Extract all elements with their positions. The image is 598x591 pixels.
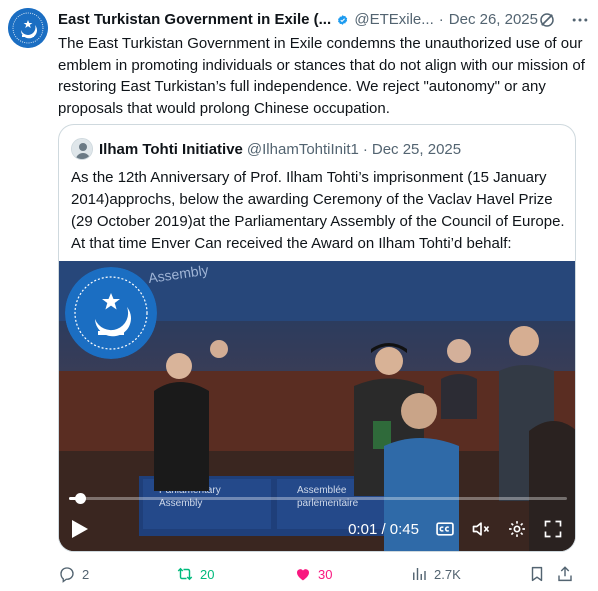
play-icon[interactable] — [71, 519, 89, 539]
quote-author-avatar[interactable] — [71, 138, 93, 160]
retweet-icon — [177, 567, 193, 581]
tweet-header: East Turkistan Government in Exile (... … — [58, 9, 590, 31]
like-button[interactable]: 30 — [294, 563, 332, 585]
verified-badge-icon — [338, 15, 348, 25]
video-time: 0:01 / 0:45 — [348, 520, 419, 538]
views-icon — [413, 568, 426, 580]
share-button[interactable] — [556, 563, 574, 585]
reply-icon — [60, 567, 74, 583]
grok-icon[interactable] — [538, 11, 556, 29]
video-player[interactable]: Assembly Parliamentary Assembly Assemblé… — [59, 261, 575, 551]
quote-date: Dec 25, 2025 — [371, 140, 462, 158]
author-handle[interactable]: @ETExile... — [354, 10, 433, 30]
fullscreen-icon[interactable] — [543, 519, 563, 539]
separator-dot: · — [438, 11, 444, 28]
video-controls: 0:01 / 0:45 — [348, 517, 563, 541]
reply-count: 2 — [82, 566, 90, 582]
svg-text:Assemblée: Assemblée — [297, 485, 347, 496]
like-count: 30 — [318, 566, 333, 582]
mute-icon[interactable] — [471, 519, 491, 539]
video-progress-knob[interactable] — [74, 493, 86, 504]
video-progress-bar[interactable] — [69, 493, 567, 504]
quote-author-handle: @IlhamTohtiInit1 — [246, 140, 359, 158]
bookmark-icon — [531, 566, 543, 582]
quoted-tweet[interactable]: Ilham Tohti Initiative @IlhamTohtiInit1 … — [58, 124, 576, 552]
quote-text: As the 12th Anniversary of Prof. Ilham T… — [71, 169, 565, 252]
emblem-watermark-icon — [65, 267, 157, 359]
emblem-icon — [8, 8, 48, 48]
retweet-button[interactable]: 20 — [176, 563, 214, 585]
tweet[interactable]: East Turkistan Government in Exile (... … — [0, 0, 598, 591]
heart-icon — [297, 569, 309, 581]
quote-author-name: Ilham Tohti Initiative — [99, 140, 243, 158]
more-icon[interactable] — [570, 10, 590, 30]
settings-icon[interactable] — [507, 519, 527, 539]
tweet-text: The East Turkistan Government in Exile c… — [58, 35, 585, 117]
tweet-date[interactable]: Dec 26, 2025 — [449, 10, 538, 30]
reply-button[interactable]: 2 — [58, 563, 89, 585]
tweet-actions: 2 20 30 2.7K — [58, 563, 578, 585]
bookmark-button[interactable] — [528, 563, 546, 585]
separator-dot: · — [362, 140, 368, 158]
views-count: 2.7K — [434, 566, 461, 582]
portrait-icon — [72, 139, 92, 159]
retweet-count: 20 — [200, 566, 215, 582]
views-button[interactable]: 2.7K — [410, 563, 461, 585]
author-name[interactable]: East Turkistan Government in Exile (... — [58, 10, 331, 30]
share-icon — [558, 566, 572, 582]
author-avatar[interactable] — [8, 8, 48, 48]
captions-icon[interactable] — [435, 519, 455, 539]
quote-header: Ilham Tohti Initiative @IlhamTohtiInit1 … — [71, 137, 461, 161]
